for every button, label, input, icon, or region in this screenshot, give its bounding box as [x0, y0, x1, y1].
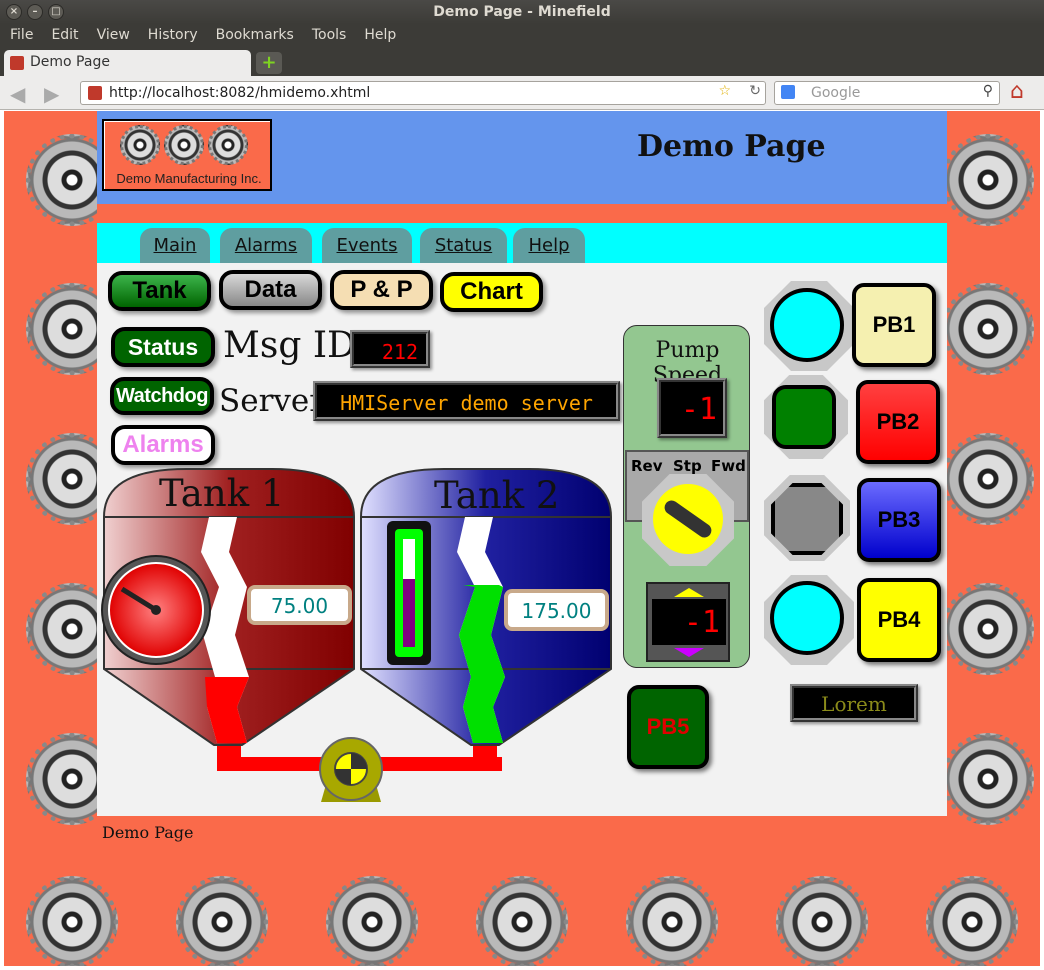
- pb3-button[interactable]: PB3: [857, 478, 941, 562]
- data-view-button[interactable]: Data: [219, 270, 322, 310]
- server-id-display: HMIServer demo server: [313, 381, 620, 421]
- logo-gear-icon: [120, 125, 160, 165]
- gear-icon: [26, 876, 118, 966]
- watchdog-button[interactable]: Watchdog: [110, 377, 214, 415]
- window-titlebar: × – □ Demo Page - Minefield: [0, 0, 1044, 24]
- tank-view-button[interactable]: Tank: [108, 271, 211, 311]
- tab-events[interactable]: Events: [322, 228, 412, 263]
- company-logo: Demo Manufacturing Inc.: [102, 119, 272, 191]
- logo-gear-icon: [208, 125, 248, 165]
- gear-icon: [942, 283, 1034, 375]
- search-placeholder: Google: [811, 85, 861, 101]
- tank-diagram: [101, 468, 612, 802]
- reload-icon[interactable]: ↻: [749, 83, 761, 99]
- selector-knob[interactable]: [653, 484, 723, 554]
- address-bar[interactable]: http://localhost:8082/hmidemo.xhtml ☆ ↻: [80, 81, 766, 105]
- pp-view-button[interactable]: P & P: [330, 270, 433, 310]
- minimize-window-icon[interactable]: –: [27, 4, 43, 20]
- status-button[interactable]: Status: [111, 327, 215, 367]
- favicon-icon: [10, 56, 24, 70]
- speed-stepper[interactable]: -1: [646, 582, 730, 662]
- tab-strip: Demo Page +: [0, 48, 1044, 76]
- search-box[interactable]: Google ⚲: [774, 81, 1000, 105]
- pb2-button[interactable]: PB2: [856, 380, 940, 464]
- gear-icon: [776, 876, 868, 966]
- menu-bookmarks[interactable]: Bookmarks: [206, 24, 302, 48]
- page-viewport: Demo Manufacturing Inc. Demo Page Main A…: [4, 111, 1040, 966]
- gear-icon: [942, 733, 1034, 825]
- pb4-button[interactable]: PB4: [857, 578, 941, 662]
- pb5-button[interactable]: PB5: [627, 685, 709, 769]
- tab-main[interactable]: Main: [140, 228, 210, 263]
- pilot-light-2: [772, 385, 836, 449]
- stepper-up-icon[interactable]: [674, 588, 704, 597]
- pump-speed-panel: Pump Speed -1 Rev Stp Fwd -1: [623, 325, 750, 668]
- alarms-button[interactable]: Alarms: [111, 425, 215, 465]
- stepper-down-icon[interactable]: [674, 648, 704, 657]
- new-tab-button[interactable]: +: [256, 52, 282, 74]
- bookmark-star-icon[interactable]: ☆: [718, 83, 731, 99]
- maximize-window-icon[interactable]: □: [48, 4, 64, 20]
- nav-tabs: Main Alarms Events Status Help: [97, 223, 947, 263]
- tab-alarms[interactable]: Alarms: [220, 228, 312, 263]
- browser-tab[interactable]: Demo Page: [4, 50, 251, 76]
- gear-icon: [476, 876, 568, 966]
- pilot-light-1: [770, 288, 844, 362]
- pilot-light-4: [770, 581, 844, 655]
- selector-stp-label: Stp: [673, 457, 702, 475]
- header-divider: [97, 204, 947, 223]
- pipe: [473, 743, 497, 771]
- search-icon[interactable]: ⚲: [983, 83, 993, 99]
- pb1-button[interactable]: PB1: [852, 283, 936, 367]
- gear-icon: [942, 134, 1034, 226]
- gear-icon: [326, 876, 418, 966]
- menu-edit[interactable]: Edit: [41, 24, 86, 48]
- tank2-title: Tank 2: [434, 474, 560, 517]
- menu-tools[interactable]: Tools: [302, 24, 355, 48]
- gear-icon: [926, 876, 1018, 966]
- msg-id-display: 212: [350, 330, 430, 368]
- chart-view-button[interactable]: Chart: [440, 272, 543, 312]
- google-engine-icon[interactable]: [781, 85, 795, 99]
- msg-id-label: Msg ID: [223, 325, 356, 366]
- close-window-icon[interactable]: ×: [6, 4, 22, 20]
- logo-gear-icon: [164, 125, 204, 165]
- knob-pointer: [661, 497, 715, 541]
- site-identity-icon: [88, 86, 102, 100]
- home-icon[interactable]: ⌂: [1010, 81, 1034, 105]
- tab-help[interactable]: Help: [513, 228, 585, 263]
- address-url: http://localhost:8082/hmidemo.xhtml: [109, 85, 371, 101]
- back-arrow-icon[interactable]: ◀: [10, 82, 25, 106]
- menu-view[interactable]: View: [87, 24, 138, 48]
- lorem-display: Lorem: [790, 684, 918, 722]
- gear-icon: [176, 876, 268, 966]
- pipe: [217, 743, 241, 771]
- footer-text: Demo Page: [102, 823, 194, 842]
- hmi-panel: Demo Manufacturing Inc. Demo Page Main A…: [97, 111, 947, 816]
- tank2-value: 175.00: [504, 589, 609, 631]
- page-header: Demo Manufacturing Inc. Demo Page: [97, 111, 947, 204]
- selector-fwd-label: Fwd: [711, 457, 746, 475]
- forward-arrow-icon[interactable]: ▶: [44, 82, 59, 106]
- tab-status[interactable]: Status: [420, 228, 507, 263]
- page-title: Demo Page: [637, 129, 826, 164]
- tank1-title: Tank 1: [159, 472, 285, 515]
- window-title: Demo Page - Minefield: [433, 4, 611, 20]
- menu-help[interactable]: Help: [354, 24, 404, 48]
- gear-icon: [942, 433, 1034, 525]
- tab-label: Demo Page: [30, 54, 110, 70]
- pump-speed-display: -1: [657, 378, 727, 438]
- menu-bar: File Edit View History Bookmarks Tools H…: [0, 24, 1044, 48]
- window-controls: × – □: [6, 4, 64, 20]
- tank1-value: 75.00: [247, 585, 352, 625]
- gear-icon: [626, 876, 718, 966]
- navigation-toolbar: ◀ ▶ http://localhost:8082/hmidemo.xhtml …: [0, 76, 1044, 110]
- selector-rev-label: Rev: [631, 457, 663, 475]
- company-name: Demo Manufacturing Inc.: [116, 171, 262, 186]
- stepper-value: -1: [652, 599, 726, 645]
- menu-history[interactable]: History: [138, 24, 206, 48]
- gear-icon: [942, 583, 1034, 675]
- menu-file[interactable]: File: [0, 24, 41, 48]
